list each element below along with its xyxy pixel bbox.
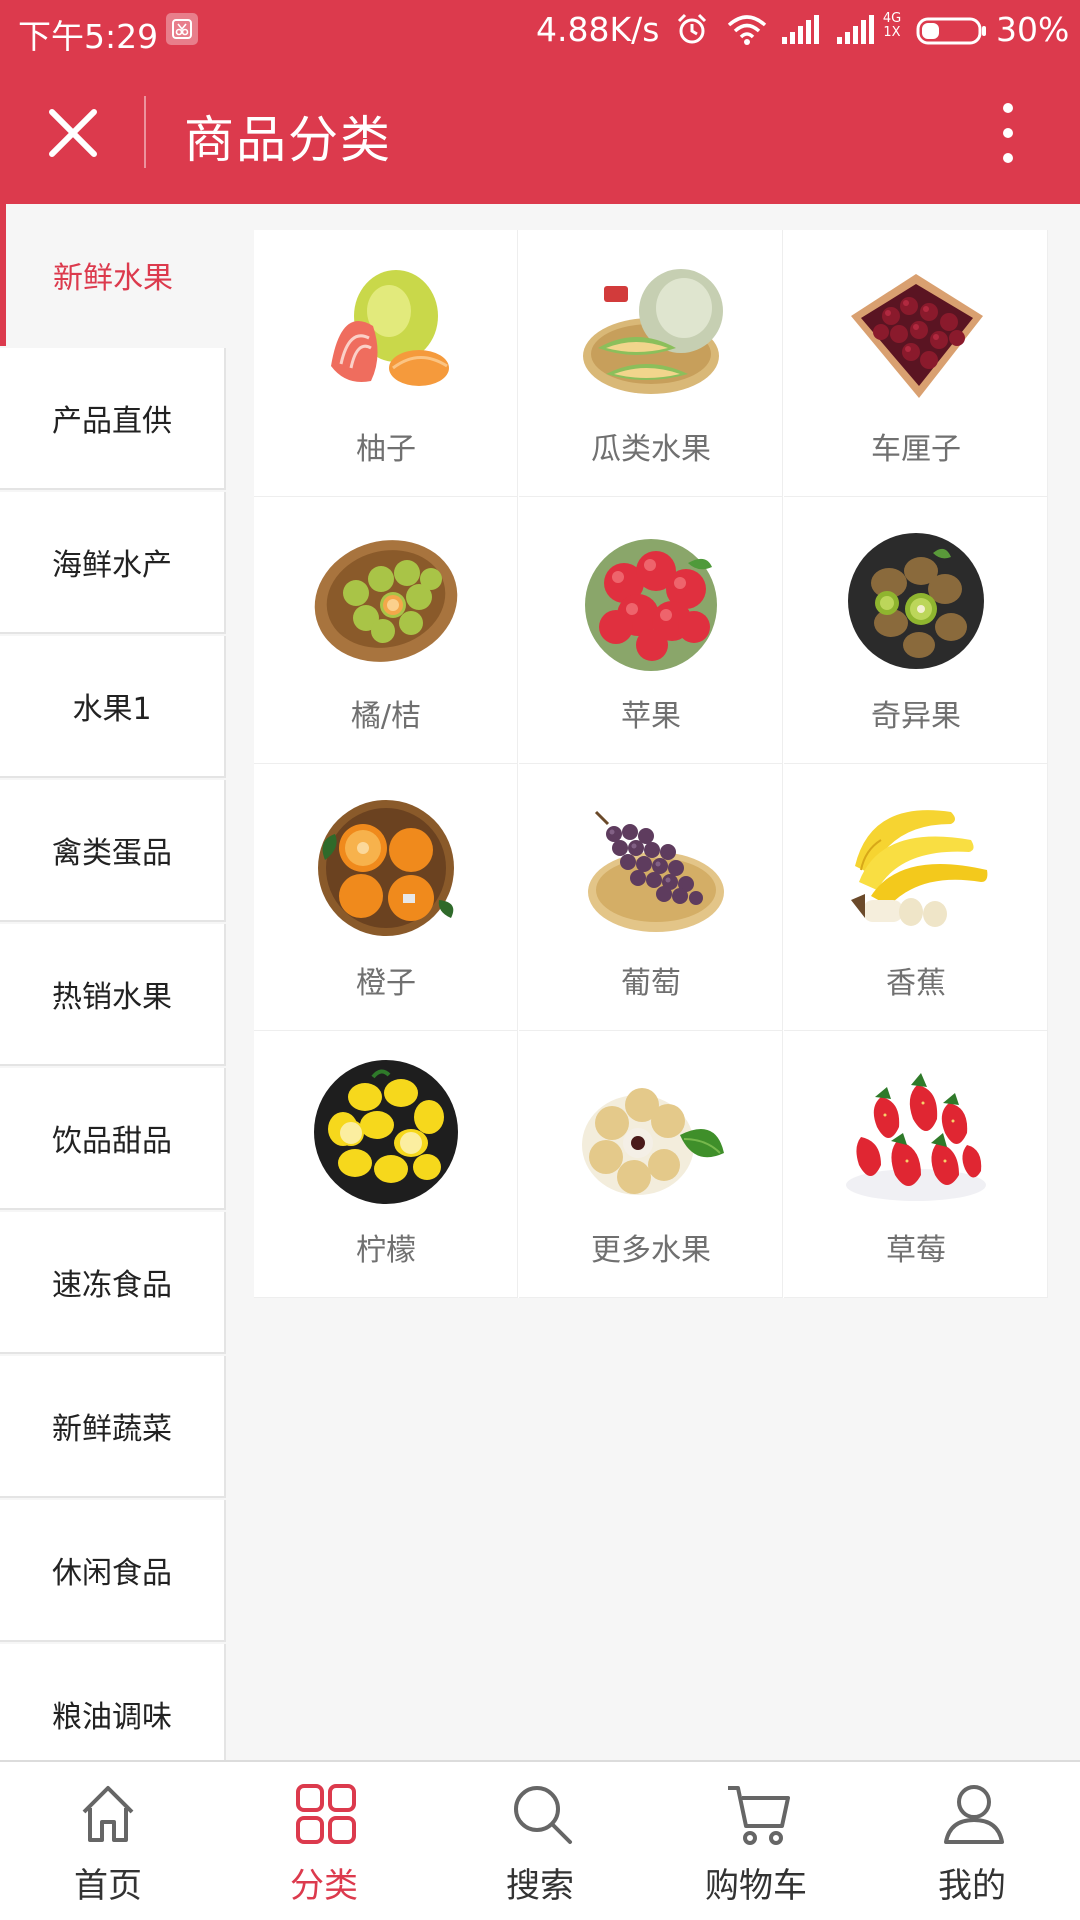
nav-label: 分类: [290, 1866, 358, 1906]
grapes-image: [588, 810, 724, 932]
sidebar-item-fruit-1[interactable]: 水果1: [0, 636, 226, 778]
product-label: 车厘子: [871, 432, 961, 467]
melon-image: [583, 269, 723, 394]
product-cherries[interactable]: 车厘子: [784, 230, 1048, 497]
nav-profile[interactable]: 我的: [864, 1762, 1080, 1920]
product-more-fruit[interactable]: 更多水果: [519, 1031, 783, 1298]
product-kiwi[interactable]: 奇异果: [784, 497, 1048, 764]
product-label: 柠檬: [356, 1233, 416, 1268]
signal-secondary-icon: [835, 14, 877, 53]
sidebar-item-label: 粮油调味: [52, 1700, 172, 1735]
network-type: 4G 1X: [880, 12, 904, 40]
sidebar-item-vegetables[interactable]: 新鲜蔬菜: [0, 1356, 226, 1498]
sidebar-item-label: 饮品甜品: [52, 1124, 172, 1159]
nav-home[interactable]: 首页: [0, 1762, 216, 1920]
bottom-navigation: 首页 分类 搜索 购物车 我的: [0, 1760, 1080, 1920]
sidebar-item-label: 水果1: [72, 692, 152, 727]
search-icon: [514, 1786, 572, 1844]
sidebar-item-frozen-food[interactable]: 速冻食品: [0, 1212, 226, 1354]
lemons-image: [314, 1060, 458, 1204]
network-type-top: 4G: [882, 11, 902, 26]
nav-cart[interactable]: 购物车: [648, 1762, 864, 1920]
product-label: 橙子: [356, 966, 416, 1001]
close-button[interactable]: [38, 98, 108, 168]
alarm-icon: [675, 12, 709, 54]
more-dot: [1003, 103, 1013, 113]
top-bar: 下午5:29 4.88K/s 4G 1X 30% 商品分类: [0, 0, 1080, 204]
app-notification-icon: [166, 13, 198, 45]
product-grapes[interactable]: 葡萄: [519, 764, 783, 1031]
product-label: 橘/桔: [350, 699, 422, 734]
home-icon: [82, 1786, 134, 1842]
user-icon: [944, 1785, 1004, 1844]
product-label: 草莓: [886, 1233, 946, 1268]
more-dot: [1003, 153, 1013, 163]
close-icon: [49, 109, 97, 157]
product-oranges[interactable]: 橙子: [254, 764, 518, 1031]
sidebar-item-label: 休闲食品: [52, 1556, 172, 1591]
status-net-speed: 4.88K/s: [536, 10, 660, 49]
sidebar-item-direct-supply[interactable]: 产品直供: [0, 348, 226, 490]
sidebar-item-drinks-desserts[interactable]: 饮品甜品: [0, 1068, 226, 1210]
category-grid-icon: [296, 1784, 356, 1844]
sidebar-item-poultry-eggs[interactable]: 禽类蛋品: [0, 780, 226, 922]
product-melon[interactable]: 瓜类水果: [519, 230, 783, 497]
wifi-icon: [727, 14, 767, 53]
cherries-image: [851, 274, 983, 398]
product-label: 苹果: [621, 699, 681, 734]
signal-icon: [780, 14, 820, 53]
product-strawberries[interactable]: 草莓: [784, 1031, 1048, 1298]
status-time: 下午5:29: [18, 17, 159, 56]
nav-search[interactable]: 搜索: [432, 1762, 648, 1920]
nav-label: 购物车: [705, 1866, 807, 1906]
nav-label: 搜索: [506, 1866, 574, 1906]
sidebar-item-seafood[interactable]: 海鲜水产: [0, 492, 226, 634]
sidebar-item-label: 海鲜水产: [52, 548, 172, 583]
nav-label: 首页: [74, 1866, 142, 1906]
sidebar-item-hot-fruit[interactable]: 热销水果: [0, 924, 226, 1066]
sidebar-item-label: 速冻食品: [52, 1268, 172, 1303]
product-label: 葡萄: [621, 966, 681, 1001]
product-grid: 柚子 瓜类水果 车厘子 橘/桔 苹果 奇异果 橙子 葡萄 香蕉 柠檬 更多水果 …: [254, 230, 1048, 1298]
sidebar-item-label: 禽类蛋品: [52, 836, 172, 871]
product-bananas[interactable]: 香蕉: [784, 764, 1048, 1031]
more-menu-button[interactable]: [988, 98, 1028, 168]
sidebar-item-label: 新鲜水果: [53, 261, 173, 296]
longan-image: [582, 1088, 724, 1195]
more-dot: [1003, 128, 1013, 138]
cart-icon: [728, 1786, 790, 1845]
nav-label: 我的: [938, 1866, 1006, 1906]
sidebar-item-snacks[interactable]: 休闲食品: [0, 1500, 226, 1642]
product-label: 奇异果: [871, 699, 961, 734]
sidebar-item-grain-oil[interactable]: 粮油调味: [0, 1644, 226, 1760]
status-bar: 下午5:29 4.88K/s 4G 1X 30%: [0, 0, 1080, 62]
oranges-image: [318, 800, 454, 936]
product-apples[interactable]: 苹果: [519, 497, 783, 764]
sidebar-item-label: 新鲜蔬菜: [52, 1412, 172, 1447]
network-type-bottom: 1X: [883, 25, 901, 40]
product-label: 瓜类水果: [591, 432, 711, 467]
pomelo-image: [331, 270, 449, 386]
product-lemons[interactable]: 柠檬: [254, 1031, 518, 1298]
apples-image: [585, 539, 717, 671]
nav-category[interactable]: 分类: [216, 1762, 432, 1920]
bananas-image: [851, 810, 988, 927]
product-label: 柚子: [356, 432, 416, 467]
sidebar-item-fresh-fruit[interactable]: 新鲜水果: [0, 204, 226, 346]
battery-icon: [916, 15, 988, 54]
product-pomelo[interactable]: 柚子: [254, 230, 518, 497]
category-sidebar: 新鲜水果 产品直供 海鲜水产 水果1 禽类蛋品 热销水果 饮品甜品 速冻食品 新…: [0, 204, 226, 1760]
strawberries-image: [846, 1073, 986, 1201]
sidebar-item-label: 产品直供: [52, 404, 172, 439]
sidebar-item-label: 热销水果: [52, 980, 172, 1015]
page-title: 商品分类: [184, 111, 392, 169]
tangerines-image: [314, 540, 458, 662]
product-tangerines[interactable]: 橘/桔: [254, 497, 518, 764]
title-divider: [144, 96, 146, 168]
product-label: 更多水果: [591, 1233, 711, 1268]
product-label: 香蕉: [886, 966, 946, 1001]
kiwi-image: [848, 533, 984, 669]
battery-percent: 30%: [996, 10, 1070, 49]
